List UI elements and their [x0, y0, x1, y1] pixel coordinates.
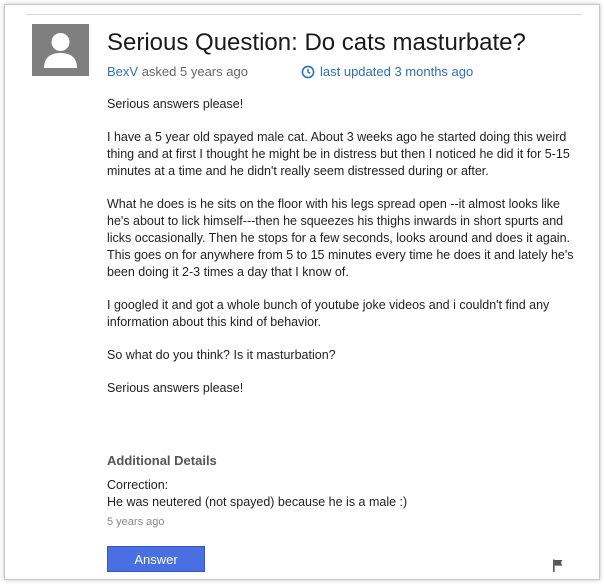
question-body: Serious answers please! I have a 5 year …: [107, 96, 577, 413]
body-paragraph: I have a 5 year old spayed male cat. Abo…: [107, 130, 570, 178]
question-meta: BexV asked 5 years ago: [107, 64, 248, 79]
details-age: 5 years ago: [107, 516, 165, 528]
additional-details-text: Correction: He was neutered (not spayed)…: [107, 477, 577, 511]
flag-icon[interactable]: [552, 559, 564, 572]
last-updated[interactable]: last updated 3 months ago: [301, 64, 473, 79]
correction-text: He was neutered (not spayed) because he …: [107, 495, 408, 509]
clock-icon: [301, 65, 315, 78]
additional-details-heading: Additional Details: [107, 453, 217, 468]
body-paragraph: So what do you think? Is it masturbation…: [107, 348, 336, 362]
body-paragraph: What he does is he sits on the floor wit…: [107, 197, 574, 279]
asked-time: asked 5 years ago: [141, 64, 248, 79]
author-link[interactable]: BexV: [107, 64, 138, 79]
body-paragraph: Serious answers please!: [107, 97, 244, 111]
last-updated-text: last updated 3 months ago: [320, 64, 474, 79]
body-paragraph: Serious answers please!: [107, 381, 244, 395]
correction-label: Correction:: [107, 478, 169, 492]
user-avatar-icon[interactable]: [32, 24, 89, 76]
body-paragraph: I googled it and got a whole bunch of yo…: [107, 298, 550, 329]
answer-button[interactable]: Answer: [107, 546, 205, 572]
question-title: Serious Question: Do cats masturbate?: [107, 29, 526, 56]
divider: [26, 14, 582, 15]
